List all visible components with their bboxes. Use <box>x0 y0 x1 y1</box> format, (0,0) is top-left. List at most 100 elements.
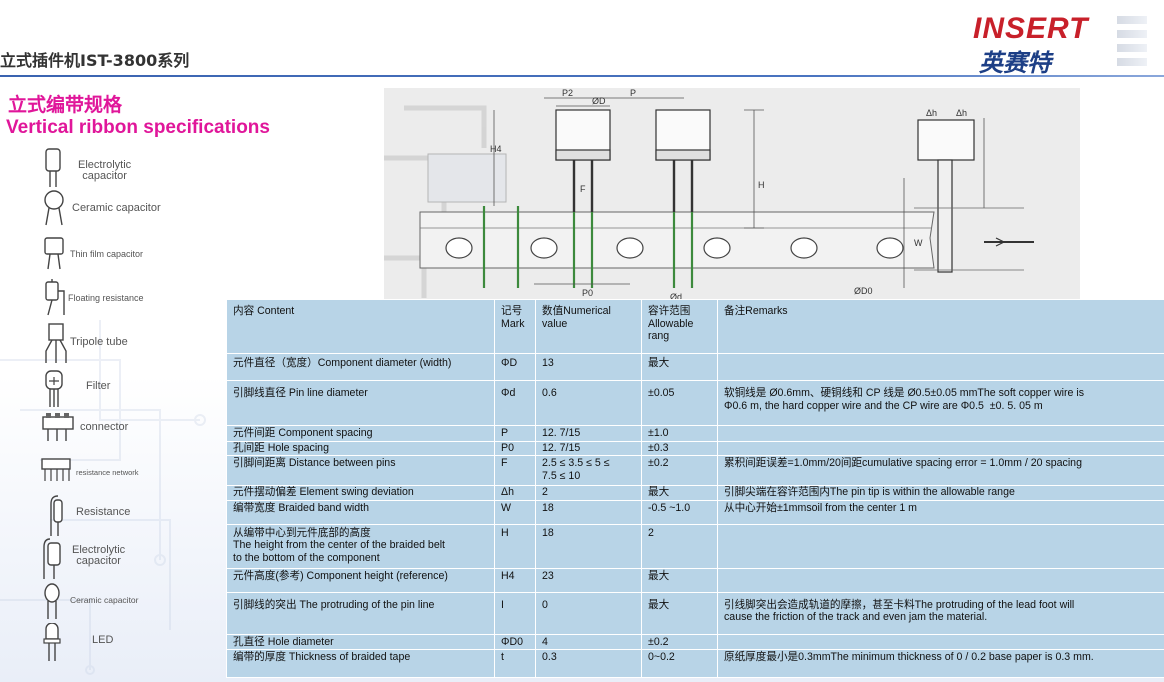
table-cell: 最大 <box>641 485 718 501</box>
component-item: Ceramic capacitor <box>38 189 168 229</box>
label-delta-h-2: Δh <box>956 108 967 118</box>
table-cell: Φd <box>494 380 536 426</box>
component-label: Electrolytic capacitor <box>78 159 132 182</box>
label-f: F <box>580 184 586 194</box>
table-cell: 编带宽度 Braided band width <box>226 499 495 525</box>
table-cell <box>717 523 1164 569</box>
electrolytic-capacitor-icon <box>45 148 61 187</box>
table-row: 编带宽度 Braided band width W 18 -0.5 ~1.0 从… <box>226 499 1164 525</box>
tripole-tube-icon <box>45 323 67 363</box>
component-item: Resistance <box>38 494 168 536</box>
spec-table: 内容 Content 记号 Mark 数值Numerical value 容许范… <box>226 299 1164 678</box>
component-label: resistance network <box>76 468 139 477</box>
table-cell: P0 <box>494 440 536 456</box>
component-item: Filter <box>38 369 168 409</box>
table-cell: t <box>494 649 536 678</box>
table-cell: W <box>494 499 536 525</box>
component-label: Floating resistance <box>68 293 144 303</box>
table-row: 引脚线的突出 The protruding of the pin line I … <box>226 591 1164 635</box>
company-logo: INSERT 英赛特 <box>965 12 1164 77</box>
table-cell: 0~0.2 <box>641 649 718 678</box>
table-cell <box>717 567 1164 593</box>
table-cell: 13 <box>535 353 642 381</box>
resistance-network-icon <box>41 458 71 481</box>
table-cell: Δh <box>494 485 536 501</box>
table-cell: 元件间距 Component spacing <box>226 425 495 442</box>
section-title-en: Vertical ribbon specifications <box>6 117 270 138</box>
label-w: W <box>914 238 923 248</box>
table-cell: 孔间距 Hole spacing <box>226 440 495 456</box>
floating-resistance-icon <box>45 279 65 316</box>
component-label: Electrolytic capacitor <box>72 544 126 567</box>
table-row: 元件摆动偏差 Element swing deviation Δh 2 最大 引… <box>226 485 1164 501</box>
table-cell: 原纸厚度最小是0.3mmThe minimum thickness of 0 /… <box>717 649 1164 678</box>
table-cell: 孔直径 Hole diameter <box>226 633 495 650</box>
label-p0: P0 <box>582 288 593 298</box>
table-cell: P <box>494 425 536 442</box>
drawing-svg: P2 ØD P H H4 F Δh Δh W P0 Ød ØD0 <box>384 88 1034 302</box>
component-item: Electrolytic capacitor <box>38 147 168 187</box>
component-item: Thin film capacitor <box>38 235 168 275</box>
label-p: P <box>630 88 636 98</box>
label-p2: P2 <box>562 88 573 98</box>
table-row: 引脚线直径 Pin line diameter Φd 0.6 ±0.05 软铜线… <box>226 380 1164 426</box>
section-title-cn: 立式编带规格 <box>8 94 123 116</box>
component-item: Floating resistance <box>38 279 168 319</box>
connector-icon <box>42 413 74 441</box>
table-cell: 元件高度(参考) Component height (reference) <box>226 567 495 593</box>
table-cell: 引线脚突出会造成轨道的摩擦，甚至卡料The protruding of the … <box>717 591 1164 635</box>
logo-text-cn: 英赛特 <box>979 49 1051 77</box>
table-cell <box>717 353 1164 381</box>
table-cell: 最大 <box>641 353 718 381</box>
table-cell: 引脚尖端在容许范围内The pin tip is within the allo… <box>717 485 1164 501</box>
header-cell: 容许范围 Allowable rang <box>641 299 718 354</box>
table-cell: ±0.2 <box>641 455 718 486</box>
component-label: Thin film capacitor <box>70 249 144 259</box>
table-cell: H <box>494 523 536 569</box>
component-label: Filter <box>86 380 111 392</box>
table-cell: 12. 7/15 <box>535 425 642 442</box>
table-cell: 23 <box>535 567 642 593</box>
table-cell: 累积间距误差=1.0mm/20间距cumulative spacing erro… <box>717 455 1164 486</box>
component-item: Electrolytic capacitor <box>38 537 168 579</box>
table-cell: ±0.3 <box>641 440 718 456</box>
table-row: 孔直径 Hole diameter ΦD0 4 ±0.2 <box>226 633 1164 650</box>
table-header-row: 内容 Content 记号 Mark 数值Numerical value 容许范… <box>226 299 1164 354</box>
component-label: Ceramic capacitor <box>70 595 139 605</box>
table-cell: 18 <box>535 523 642 569</box>
component-item: Tripole tube <box>38 321 168 363</box>
table-cell <box>717 440 1164 456</box>
table-cell: ±0.2 <box>641 633 718 650</box>
table-cell: 2 <box>535 485 642 501</box>
table-cell: 2 <box>641 523 718 569</box>
table-cell: ΦD <box>494 353 536 381</box>
table-cell: 引脚线的突出 The protruding of the pin line <box>226 591 495 635</box>
table-cell: 2.5 ≤ 3.5 ≤ 5 ≤ 7.5 ≤ 10 <box>535 455 642 486</box>
component-item: LED <box>38 623 168 663</box>
page-title: 立式插件机IST-3800系列 <box>0 51 190 70</box>
table-row: 元件直径（宽度）Component diameter (width) ΦD 13… <box>226 353 1164 381</box>
component-item: connector <box>38 411 168 451</box>
component-label: connector <box>80 421 129 433</box>
table-cell: H4 <box>494 567 536 593</box>
led-icon <box>43 623 61 661</box>
tape-dimension-drawing: P2 ØD P H H4 F Δh Δh W P0 Ød ØD0 <box>384 88 1080 302</box>
table-cell: ±0.05 <box>641 380 718 426</box>
table-cell: I <box>494 591 536 635</box>
table-cell: ΦD0 <box>494 633 536 650</box>
table-row: 从编带中心到元件底部的高度 The height from the center… <box>226 523 1164 569</box>
label-phi-d: ØD <box>592 96 606 106</box>
table-cell: 从编带中心到元件底部的高度 The height from the center… <box>226 523 495 569</box>
label-phi-d0: ØD0 <box>854 286 873 296</box>
table-row: 元件高度(参考) Component height (reference) H4… <box>226 567 1164 593</box>
component-item: Ceramic capacitor <box>38 583 168 623</box>
table-cell <box>717 633 1164 650</box>
table-cell: 0.6 <box>535 380 642 426</box>
component-label: LED <box>92 634 114 646</box>
electrolytic-capacitor-icon <box>43 538 61 579</box>
table-cell: 元件摆动偏差 Element swing deviation <box>226 485 495 501</box>
ceramic-capacitor-icon <box>44 190 64 226</box>
component-label: Resistance <box>76 506 131 518</box>
table-cell: 编带的厚度 Thickness of braided tape <box>226 649 495 678</box>
component-item: resistance network <box>38 455 168 495</box>
